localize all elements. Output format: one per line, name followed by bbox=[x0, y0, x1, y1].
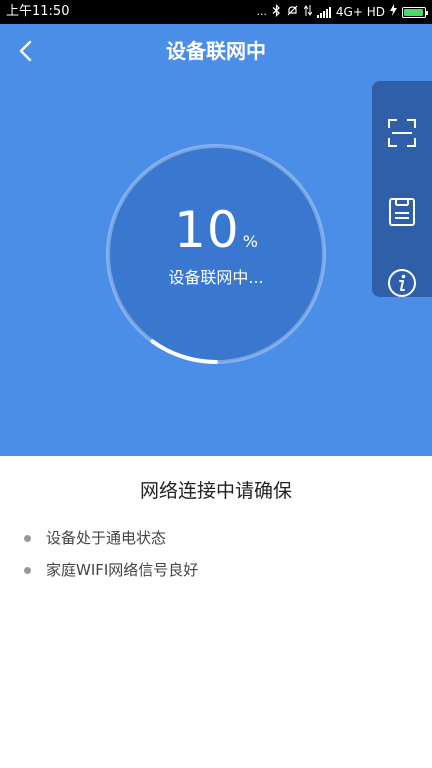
save-icon bbox=[389, 198, 415, 226]
status-time: 上午11:50 bbox=[6, 4, 70, 19]
battery-icon bbox=[402, 6, 428, 18]
connection-panel: 设备联网中 10% 设备联网中... bbox=[0, 24, 432, 456]
progress-value: 10 bbox=[174, 201, 240, 259]
signal-icon bbox=[316, 6, 331, 18]
network-label: 4G+ HD bbox=[335, 5, 385, 19]
tips-item: 设备处于通电状态 bbox=[24, 526, 198, 558]
battery-level bbox=[404, 8, 423, 16]
progress-status: 设备联网中... bbox=[168, 268, 264, 287]
scan-icon bbox=[388, 119, 416, 147]
status-icons: ... 4G+ HD bbox=[256, 3, 428, 21]
tips-item: 家庭WIFI网络信号良好 bbox=[24, 558, 198, 590]
tips-list: 设备处于通电状态 家庭WIFI网络信号良好 bbox=[24, 526, 198, 590]
info-icon bbox=[388, 269, 416, 297]
scan-button[interactable] bbox=[384, 115, 420, 151]
progress-readout: 10% 设备联网中... bbox=[102, 140, 330, 368]
tips-section: 网络连接中请确保 设备处于通电状态 家庭WIFI网络信号良好 bbox=[0, 456, 432, 768]
bluetooth-icon bbox=[272, 3, 281, 21]
tips-title: 网络连接中请确保 bbox=[139, 480, 292, 502]
status-bar: 上午11:50 ... 4G+ HD bbox=[0, 0, 432, 24]
bullet-icon bbox=[24, 535, 31, 542]
side-toolbar bbox=[372, 81, 432, 297]
app-screen: 上午11:50 ... 4G+ HD 设备联网中 10 % 设备联网中... 网… bbox=[0, 0, 432, 768]
progress-unit: % bbox=[242, 232, 258, 251]
progress-ring: 10% 设备联网中... bbox=[102, 140, 330, 368]
bullet-icon bbox=[24, 567, 31, 574]
page-title: 设备联网中 bbox=[166, 39, 266, 63]
more-dots-icon: ... bbox=[256, 5, 267, 18]
save-button[interactable] bbox=[384, 194, 420, 230]
tips-item-text: 设备处于通电状态 bbox=[46, 529, 167, 547]
tips-item-text: 家庭WIFI网络信号良好 bbox=[46, 561, 199, 579]
info-button[interactable] bbox=[384, 265, 420, 301]
charging-icon bbox=[390, 4, 397, 20]
data-arrows-icon bbox=[303, 4, 313, 21]
progress-percent: 10% bbox=[102, 202, 330, 270]
silent-icon bbox=[286, 4, 299, 21]
